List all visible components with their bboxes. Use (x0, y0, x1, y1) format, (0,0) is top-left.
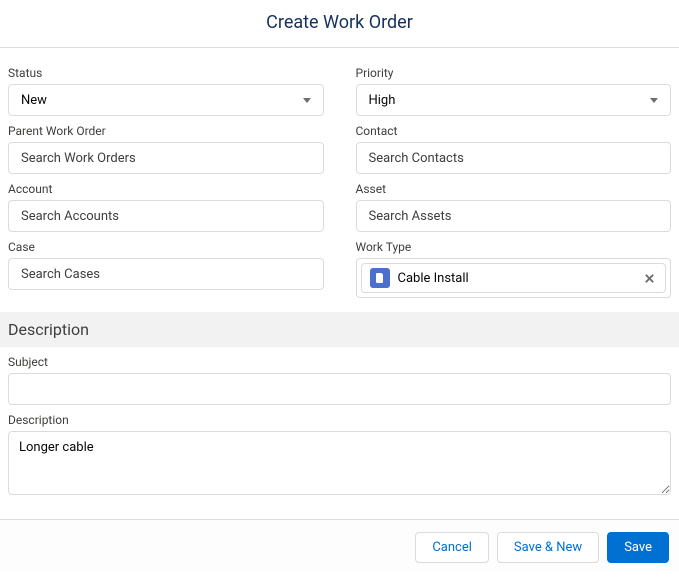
work-type-label: Work Type (356, 240, 672, 254)
account-placeholder: Search Accounts (21, 209, 119, 224)
case-lookup[interactable]: Search Cases (8, 258, 324, 290)
subject-label: Subject (8, 355, 671, 369)
subject-input[interactable] (8, 373, 671, 405)
status-label: Status (8, 66, 324, 80)
asset-label: Asset (356, 182, 672, 196)
description-label: Description (8, 413, 671, 427)
priority-combobox[interactable]: High (356, 84, 672, 116)
case-label: Case (8, 240, 324, 254)
account-label: Account (8, 182, 324, 196)
description-section-header: Description (0, 312, 679, 347)
description-textarea[interactable] (8, 431, 671, 495)
work-type-icon (370, 268, 390, 288)
cancel-button[interactable]: Cancel (415, 532, 489, 563)
work-type-pill: Cable Install (361, 263, 667, 293)
parent-work-order-placeholder: Search Work Orders (21, 151, 136, 166)
save-and-new-button[interactable]: Save & New (497, 532, 599, 563)
account-lookup[interactable]: Search Accounts (8, 200, 324, 232)
asset-placeholder: Search Assets (369, 209, 452, 224)
contact-lookup[interactable]: Search Contacts (356, 142, 672, 174)
status-value: New (21, 93, 47, 108)
parent-work-order-lookup[interactable]: Search Work Orders (8, 142, 324, 174)
contact-label: Contact (356, 124, 672, 138)
status-combobox[interactable]: New (8, 84, 324, 116)
priority-value: High (369, 93, 396, 108)
chevron-down-icon (303, 98, 311, 103)
asset-lookup[interactable]: Search Assets (356, 200, 672, 232)
case-placeholder: Search Cases (21, 267, 100, 282)
form-body: Status New Priority High Parent Work Ord… (0, 48, 679, 519)
close-icon[interactable] (641, 270, 657, 286)
parent-work-order-label: Parent Work Order (8, 124, 324, 138)
work-type-pill-label: Cable Install (398, 271, 634, 286)
dialog-footer: Cancel Save & New Save (0, 519, 679, 571)
contact-placeholder: Search Contacts (369, 151, 464, 166)
dialog-title: Create Work Order (0, 0, 679, 47)
priority-label: Priority (356, 66, 672, 80)
chevron-down-icon (650, 98, 658, 103)
save-button[interactable]: Save (607, 532, 669, 563)
work-type-lookup[interactable]: Cable Install (356, 258, 672, 298)
